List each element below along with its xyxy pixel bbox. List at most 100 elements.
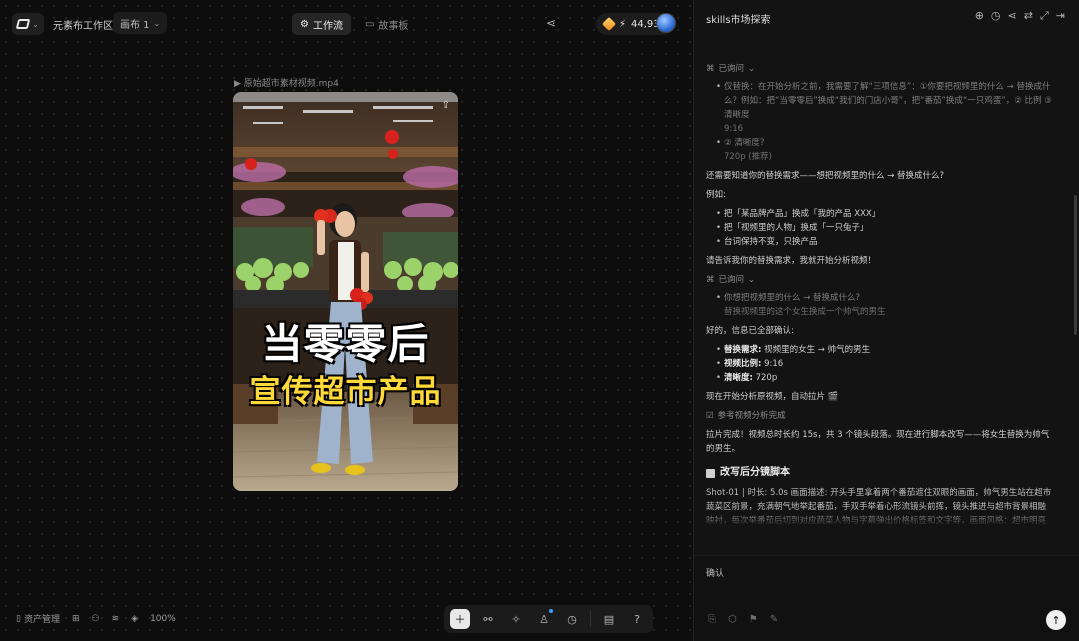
shot-description: Shot-01 | 时长: 5.0s 画面描述: 开头手里拿着两个番茄遮住双眼的… [706, 488, 1052, 526]
video-node-label: ▶ 原始超市素材视频.mp4 [234, 76, 339, 89]
add-node-button[interactable]: ＋ [450, 609, 470, 629]
chevron-down-icon: ⌄ [32, 19, 39, 29]
message-paragraph: 还需要知道你的替换需求——想把视频里的什么 → 替换成什么? [706, 171, 945, 181]
plus-icon: ＋ [454, 613, 466, 626]
square-icon [706, 468, 715, 478]
help-icon: ? [634, 612, 640, 626]
logo-icon [15, 19, 31, 29]
message-paragraph: 例如: [706, 190, 726, 200]
chat-panel: skills市场探索 ⊕ ◷ ⋖ ⇄ ⤢ ⇥ ⌘ 已询问 ⌄ 仅替换：在开始分析… [693, 0, 1079, 641]
panel-title: skills市场探索 [706, 15, 771, 26]
help-button[interactable]: ? [627, 609, 647, 629]
layers-icon[interactable]: ≋ [112, 614, 120, 624]
grid-icon[interactable]: ⊞ [72, 614, 80, 624]
answered-questions-2: 你想把视频里的什么 → 替换成什么? 替换视频里的这个女生换成一个帅气的男生 [706, 291, 1052, 319]
confirm-key: 清晰度: [724, 373, 753, 383]
message-paragraph: 请告诉我你的替换需求，我就开始分析视频！ [706, 256, 877, 266]
edit-icon[interactable]: ✎ [770, 614, 778, 625]
script-header: 改写后分镜脚本 [706, 466, 1052, 480]
confirm-value: 9:16 [764, 359, 784, 369]
answer-text: 720p (推荐) [724, 152, 772, 162]
asset-manager-button[interactable]: ▯ 资产管理 [16, 612, 60, 626]
app-window: ⌄ 元素布工作区 画布 1 ⌄ ⚙ 工作流 ▭ 故事板 ⋖ ⚡ 44,939 ▶… [0, 0, 1079, 641]
history-button[interactable]: ◷ [562, 609, 582, 629]
clock-icon: ◷ [567, 612, 577, 626]
video-node[interactable]: ⇪ 当零零后 宣传超市产品 [233, 92, 458, 491]
flag-icon[interactable]: ⚑ [749, 614, 758, 625]
question-icon: ⌘ [706, 275, 715, 285]
answered-questions-1: 仅替换：在开始分析之前，我需要了解“三项信息”：①你要把视频里的什么 → 替换成… [706, 80, 1052, 164]
avatar[interactable] [656, 13, 676, 33]
arrow-up-icon: ↑ [1051, 613, 1061, 627]
nodes-button[interactable]: ⚯ [478, 609, 498, 629]
chevron-down-icon: ⌄ [748, 275, 756, 285]
list-item: ② 清晰度? 720p (推荐) [716, 136, 1052, 164]
character-button[interactable]: ♙ [534, 609, 554, 629]
notes-icon: ▤ [603, 612, 615, 626]
canvas-area[interactable]: ⌄ 元素布工作区 画布 1 ⌄ ⚙ 工作流 ▭ 故事板 ⋖ ⚡ 44,939 ▶… [0, 0, 693, 641]
cube-icon[interactable]: ⬡ [728, 614, 737, 625]
person-icon: ♙ [539, 612, 549, 626]
share-icon[interactable]: ⋖ [1008, 9, 1017, 23]
new-chat-icon[interactable]: ⊕ [975, 9, 984, 23]
confirm-value: 720p [755, 373, 778, 383]
video-caption-line2: 宣传超市产品 [249, 374, 442, 410]
logo-menu-button[interactable]: ⌄ [12, 13, 44, 35]
page-selector[interactable]: 画布 1 ⌄ [113, 12, 168, 34]
list-item: 把「视频里的人物」换成「一只兔子」 [716, 221, 1052, 235]
tab-workflow-label: 工作流 [312, 20, 343, 32]
send-button[interactable]: ↑ [1046, 610, 1066, 630]
list-item: 把「某品牌产品」换成「我的产品 XXX」 [716, 207, 1052, 221]
chevron-down-icon: ⌄ [153, 18, 161, 28]
bottom-left-controls: ▯ 资产管理 ⊞ ⚇ ≋ ◈ 100% [16, 612, 176, 626]
share-icon[interactable]: ⋖ [546, 16, 556, 30]
answered-label: 已询问 [718, 275, 745, 285]
tag-icon[interactable]: ◈ [131, 614, 138, 624]
message-paragraph: 好的，信息已全部确认: [706, 326, 794, 336]
gem-icon [601, 16, 617, 32]
chat-input[interactable]: 确认 [706, 566, 724, 579]
expand-icon[interactable]: ⤢ [1040, 9, 1049, 23]
folder-icon: ▯ [16, 613, 21, 624]
workspace-title[interactable]: 元素布工作区 [53, 17, 113, 32]
answered-label: 已询问 [718, 64, 745, 74]
video-thumbnail [233, 92, 458, 491]
script-header-text: 改写后分镜脚本 [720, 467, 790, 478]
answered-section[interactable]: ⌘ 已询问 ⌄ [706, 62, 1052, 76]
confirm-value: 视频里的女生 → 帅气的男生 [764, 345, 871, 355]
magic-icon: ✧ [511, 612, 521, 626]
notes-button[interactable]: ▤ [599, 609, 619, 629]
question-text: ② 清晰度? [724, 138, 765, 148]
confirm-key: 替换需求: [724, 345, 762, 355]
confirm-key: 视频比例: [724, 359, 762, 369]
magic-button[interactable]: ✧ [506, 609, 526, 629]
export-icon[interactable]: ⇪ [442, 100, 450, 111]
attach-icon[interactable]: ⎘ [708, 614, 716, 625]
answer-text: 替换视频里的这个女生换成一个帅气的男生 [724, 307, 886, 317]
zoom-level[interactable]: 100% [150, 614, 176, 624]
nodes-icon: ⚯ [483, 612, 493, 626]
list-item: 仅替换：在开始分析之前，我需要了解“三项信息”：①你要把视频里的什么 → 替换成… [716, 80, 1052, 136]
tab-storyboard[interactable]: ▭ 故事板 [357, 13, 416, 35]
history-icon[interactable]: ◷ [991, 9, 1001, 23]
chat-messages[interactable]: ⌘ 已询问 ⌄ 仅替换：在开始分析之前，我需要了解“三项信息”：①你要把视频里的… [706, 62, 1052, 528]
list-item: 替换需求: 视频里的女生 → 帅气的男生 [716, 343, 1052, 357]
input-tools: ⎘ ⬡ ⚑ ✎ [708, 614, 778, 625]
message-paragraph: 现在开始分析原视频，自动拉片 🎬 [706, 392, 839, 402]
scrollbar[interactable] [1074, 195, 1077, 335]
mode-tabs: ⚙ 工作流 ▭ 故事板 [292, 13, 416, 35]
tool-call-status[interactable]: ☑ 参考视频分析完成 [706, 409, 1052, 423]
tab-storyboard-label: 故事板 [378, 20, 409, 32]
video-caption-line1: 当零零后 [261, 320, 430, 368]
confirm-list: 替换需求: 视频里的女生 → 帅气的男生 视频比例: 9:16 清晰度: 720… [706, 343, 1052, 385]
chat-input-area[interactable]: 确认 ⎘ ⬡ ⚑ ✎ ↑ [694, 555, 1079, 641]
answer-text: 9:16 [724, 124, 744, 134]
tool-call-label: 参考视频分析完成 [717, 411, 786, 421]
tab-workflow[interactable]: ⚙ 工作流 [292, 13, 351, 35]
user-icon[interactable]: ⚇ [92, 614, 100, 624]
list-item: 你想把视频里的什么 → 替换成什么? 替换视频里的这个女生换成一个帅气的男生 [716, 291, 1052, 319]
swap-icon[interactable]: ⇄ [1024, 9, 1033, 23]
answered-section[interactable]: ⌘ 已询问 ⌄ [706, 273, 1052, 287]
list-item: 清晰度: 720p [716, 371, 1052, 385]
collapse-panel-icon[interactable]: ⇥ [1056, 9, 1065, 23]
